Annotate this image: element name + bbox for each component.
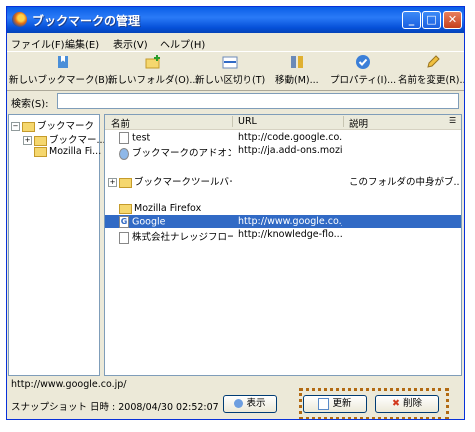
folder-tree: − ブックマーク + ブックマー... Mozilla Fi... — [8, 114, 106, 376]
menu-bar: ファイル(F) 編集(E) 表示(V) ヘルプ(H) — [7, 33, 464, 51]
new-folder-icon — [145, 55, 161, 69]
item-description: このフォルダの中身がブ... — [349, 177, 459, 188]
folder-icon — [34, 146, 47, 157]
item-name: ブックマークのアドオンを... — [132, 148, 231, 159]
new-bookmark-button[interactable]: 新しいブックマーク(B)... — [9, 54, 118, 86]
page-icon — [119, 132, 129, 144]
new-bookmark-label: 新しいブックマーク(B)... — [9, 75, 118, 86]
update-button[interactable]: 更新 — [303, 395, 367, 413]
bookmark-manager-window: ブックマークの管理 _ □ ✕ ファイル(F) 編集(E) 表示(V) ヘルプ(… — [6, 6, 465, 420]
column-header-name[interactable]: 名前 — [111, 116, 130, 130]
rename-label: 名前を変更(R)... — [398, 75, 465, 86]
firefox-icon — [12, 12, 27, 27]
rename-button[interactable]: 名前を変更(R)... — [398, 54, 465, 86]
window-title: ブックマークの管理 — [32, 14, 141, 28]
show-button[interactable]: 表示 — [223, 395, 277, 413]
menu-edit[interactable]: 編集(E) — [65, 36, 99, 51]
tree-item-label: Mozilla Fi... — [49, 146, 102, 157]
column-header-description[interactable]: 説明 — [349, 116, 368, 130]
column-divider[interactable] — [343, 116, 344, 127]
item-name: 株式会社ナレッジフロー — [132, 232, 233, 243]
folder-icon — [34, 135, 47, 146]
tree-item-label: ブックマーク — [37, 121, 95, 132]
tree-item-label: ブックマー... — [49, 135, 106, 146]
new-separator-label: 新しい区切り(T) — [195, 75, 266, 86]
folder-icon — [119, 177, 132, 188]
close-button[interactable]: ✕ — [443, 11, 462, 29]
toolbar: 新しいブックマーク(B)... 新しいフォルダ(O)... 新しい区切り(T) … — [7, 51, 464, 91]
properties-icon — [356, 55, 371, 69]
folder-icon — [119, 203, 132, 214]
status-url: http://www.google.co.jp/ — [11, 379, 127, 390]
list-item[interactable]: 株式会社ナレッジフロー http://knowledge-flo... — [105, 228, 461, 244]
collapse-icon[interactable]: − — [11, 122, 20, 131]
show-icon — [234, 399, 244, 408]
menu-file[interactable]: ファイル(F) — [11, 36, 65, 51]
update-label: 更新 — [332, 398, 352, 409]
page-icon — [119, 231, 129, 244]
new-folder-label: 新しいフォルダ(O)... — [108, 75, 199, 86]
tree-item-toolbar-folder[interactable]: + ブックマー... — [23, 132, 106, 146]
snapshot-timestamp: スナップショット 日時 : 2008/04/30 02:52:07 — [11, 402, 219, 413]
move-button[interactable]: 移動(M)... — [275, 54, 319, 86]
item-url: http://code.google.co... — [238, 132, 342, 143]
bookmark-list: 名前 URL 説明 ☰ test http://code.google.co..… — [104, 114, 462, 376]
search-bar: 検索(S): — [7, 90, 464, 112]
delete-button[interactable]: ✖ 削除 — [375, 395, 439, 413]
properties-button[interactable]: プロパティ(I)... — [330, 54, 396, 86]
column-picker-icon[interactable]: ☰ — [449, 116, 456, 125]
new-separator-icon — [222, 56, 238, 69]
new-folder-button[interactable]: 新しいフォルダ(O)... — [108, 54, 198, 86]
list-item[interactable]: Mozilla Firefox — [105, 202, 461, 215]
update-icon — [318, 397, 330, 410]
delete-icon: ✖ — [391, 398, 400, 409]
new-bookmark-icon — [58, 56, 69, 68]
item-name: Mozilla Firefox — [134, 203, 202, 214]
column-header-url[interactable]: URL — [238, 116, 257, 127]
list-header: 名前 URL 説明 ☰ — [105, 115, 461, 130]
list-item[interactable]: ブックマークのアドオンを... http://ja.add-ons.mozi..… — [105, 144, 461, 160]
show-label: 表示 — [246, 398, 266, 409]
menu-view[interactable]: 表示(V) — [113, 36, 148, 51]
tree-item-bookmarks[interactable]: − ブックマーク — [11, 118, 94, 132]
delete-label: 削除 — [402, 398, 422, 409]
item-url: http://www.google.co.j... — [238, 216, 342, 227]
move-label: 移動(M)... — [275, 75, 319, 86]
item-name: Google — [132, 216, 166, 228]
expand-icon[interactable]: + — [23, 136, 32, 145]
item-url: http://ja.add-ons.mozi... — [238, 145, 342, 156]
properties-label: プロパティ(I)... — [330, 75, 397, 86]
new-separator-button[interactable]: 新しい区切り(T) — [195, 54, 265, 86]
minimize-button[interactable]: _ — [402, 11, 421, 29]
list-item-selected[interactable]: G Google http://www.google.co.j... — [105, 215, 461, 228]
tree-item-mozilla-firefox[interactable]: Mozilla Fi... — [32, 146, 101, 157]
globe-icon — [119, 147, 129, 160]
column-divider[interactable] — [232, 116, 233, 127]
maximize-button[interactable]: □ — [422, 11, 441, 29]
folder-icon — [22, 121, 35, 132]
rename-icon — [427, 55, 440, 68]
menu-help[interactable]: ヘルプ(H) — [160, 36, 205, 51]
move-icon — [290, 56, 303, 68]
search-input[interactable] — [57, 93, 459, 109]
google-icon: G — [119, 216, 129, 228]
list-item[interactable]: test http://code.google.co... — [105, 131, 461, 144]
item-name: test — [132, 132, 151, 144]
title-bar[interactable]: ブックマークの管理 _ □ ✕ — [7, 7, 464, 33]
list-item[interactable]: + ブックマークツールバーフ... このフォルダの中身がブ... — [105, 173, 461, 188]
search-label: 検索(S): — [11, 99, 49, 110]
item-name: ブックマークツールバーフ... — [134, 177, 232, 188]
item-url: http://knowledge-flo... — [238, 229, 342, 240]
expand-icon[interactable]: + — [108, 178, 117, 187]
